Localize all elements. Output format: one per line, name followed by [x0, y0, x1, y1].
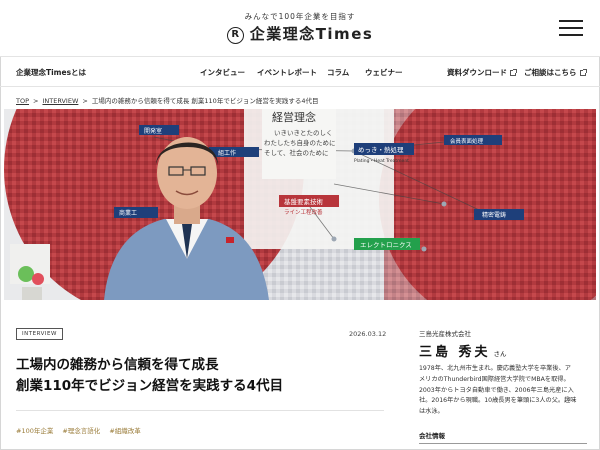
profile-honorific: さん — [493, 350, 507, 358]
article-title: 工場内の雑務から信頼を得て成長 創業110年でビジョン経営を実践する4代目 — [16, 355, 283, 397]
external-link-icon — [579, 69, 587, 76]
board-label: 商業工 — [119, 209, 137, 217]
nav-webinar[interactable]: ウェビナー — [365, 67, 403, 78]
hamburger-menu-icon[interactable] — [559, 20, 585, 36]
divider — [419, 443, 587, 444]
nav-contact[interactable]: ご相談はこちら — [524, 67, 587, 78]
menu-bar — [559, 27, 583, 29]
hero-image: 経営理念 いきいきとたのしく わたしたち自身のために そして、社会のために 開発… — [4, 109, 596, 300]
nav-event-report[interactable]: イベントレポート — [257, 67, 317, 78]
profile-company: 三島光産株式会社 — [419, 330, 471, 338]
profile-bio-line: メリカのThunderbird国際経営大学院でMBAを取得。 — [419, 375, 570, 383]
publish-date: 2026.03.12 — [349, 330, 387, 338]
profile-name-text: 三島 秀夫 — [419, 345, 491, 360]
board-label: 開発室 — [144, 127, 162, 135]
breadcrumb-current: 工場内の雑務から信頼を得て成長 創業110年でビジョン経営を実践する4代目 — [91, 97, 319, 105]
board-label: エレクトロニクス — [360, 241, 412, 249]
profile-bio-line: 1978年、北九州市生まれ。慶応義塾大学を卒業後、ア — [419, 365, 571, 372]
board-label: Plating・Heat Treatment — [354, 158, 409, 164]
profile-bio-line: 2003年からトヨタ自動車で働き、2006年三島光産に入 — [419, 386, 574, 394]
board-label: 精密電鋳 — [482, 211, 506, 219]
board-title: 経営理念 — [272, 110, 316, 124]
site-tagline: みんなで100年企業を目指す — [244, 12, 356, 21]
menu-bar — [559, 34, 583, 36]
tag-link[interactable]: #理念言語化 — [62, 427, 100, 435]
breadcrumb: TOP > INTERVIEW > 工場内の雑務から信頼を得て成長 創業110年でビジョ… — [16, 95, 318, 105]
tag-link[interactable]: #100年企業 — [16, 427, 53, 435]
tag-list: #100年企業 #理念言語化 #組織改革 — [16, 425, 150, 435]
profile-bio-line: 社。2016年から現職。10歳長男を筆頭に3人の父。趣味 — [419, 397, 577, 405]
external-link-icon — [510, 69, 517, 76]
tag-link[interactable]: #組織改革 — [109, 427, 140, 435]
profile-bio-line: は水泳。 — [419, 408, 444, 416]
nav-interview[interactable]: インタビュー — [200, 67, 245, 78]
main-nav: 企業理念Timesとは インタビュー イベントレポート コラム ウェビナー 資料… — [0, 57, 600, 87]
nav-download-label: 資料ダウンロード — [447, 68, 507, 77]
board-line: そして、社会のために — [264, 148, 328, 157]
breadcrumb-interview-link[interactable]: INTERVIEW — [42, 97, 78, 105]
profile-bio: 1978年、北九州市生まれ。慶応義塾大学を卒業後、ア メリカのThunderbi… — [419, 364, 587, 418]
article-title-line: 工場内の雑務から信頼を得て成長 — [16, 357, 219, 373]
menu-bar — [559, 20, 583, 22]
board-label: 基盤要素技術 — [284, 197, 324, 206]
company-info-heading[interactable]: 会社情報 — [419, 430, 445, 440]
breadcrumb-separator: > — [82, 97, 88, 105]
nav-contact-label: ご相談はこちら — [524, 68, 577, 77]
article-title-line: 創業110年でビジョン経営を実践する4代目 — [16, 378, 284, 394]
profile-name: 三島 秀夫 さん — [419, 341, 507, 360]
board-line: わたしたち自身のために — [264, 138, 336, 147]
category-badge[interactable]: INTERVIEW — [16, 328, 63, 340]
board-label: めっき・熱処理 — [358, 145, 404, 154]
site-logo[interactable]: R 企業理念Times — [0, 23, 600, 44]
hero-photo-illustration: 経営理念 いきいきとたのしく わたしたち自身のために そして、社会のために 開発… — [4, 109, 596, 300]
nav-download[interactable]: 資料ダウンロード — [447, 67, 517, 78]
board-label: 組工作 — [218, 149, 236, 157]
board-label: ライン工程改善 — [284, 208, 323, 216]
nav-column[interactable]: コラム — [327, 67, 349, 78]
board-label: 会員表面処理 — [450, 137, 484, 145]
site-header: みんなで100年企業を目指す R 企業理念Times — [0, 0, 600, 57]
breadcrumb-separator: > — [33, 97, 39, 105]
breadcrumb-top-link[interactable]: TOP — [16, 97, 29, 105]
nav-about[interactable]: 企業理念Timesとは — [16, 67, 86, 78]
registered-mark-icon: R — [226, 27, 244, 44]
board-line: いきいきとたのしく — [274, 129, 333, 137]
site-logo-text: 企業理念Times — [249, 25, 374, 43]
divider — [16, 410, 384, 411]
